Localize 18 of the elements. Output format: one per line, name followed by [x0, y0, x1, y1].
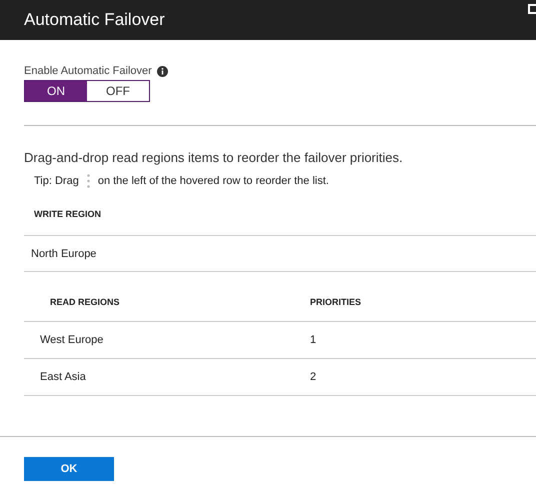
table-cell: 1	[310, 334, 316, 346]
toggle-option[interactable]: ON	[25, 81, 87, 101]
column-header: READ REGIONS	[50, 296, 121, 306]
tip-text: on the left of the hovered row to reorder the list.	[98, 175, 329, 187]
table-cell-text: West Europe	[40, 334, 104, 346]
tip-text: Tip: Drag	[34, 175, 79, 187]
table-cell-text: East Asia	[40, 371, 87, 383]
maximize-icon[interactable]	[528, 4, 536, 14]
drag-handle-icon	[86, 174, 90, 188]
window-title: Automatic Failover	[24, 10, 165, 30]
table-cell: North Europe	[31, 248, 96, 260]
description: Drag-and-drop read regions items to reorder the failover priorities.	[24, 150, 404, 165]
info-icon	[156, 66, 168, 76]
table-cell: 2	[310, 371, 316, 383]
toggle-label: Enable Automatic Failover	[24, 65, 152, 77]
ok-button[interactable]: OK	[24, 457, 114, 481]
column-header: PRIORITIES	[310, 296, 362, 306]
column-header: WRITE REGION	[34, 208, 101, 218]
